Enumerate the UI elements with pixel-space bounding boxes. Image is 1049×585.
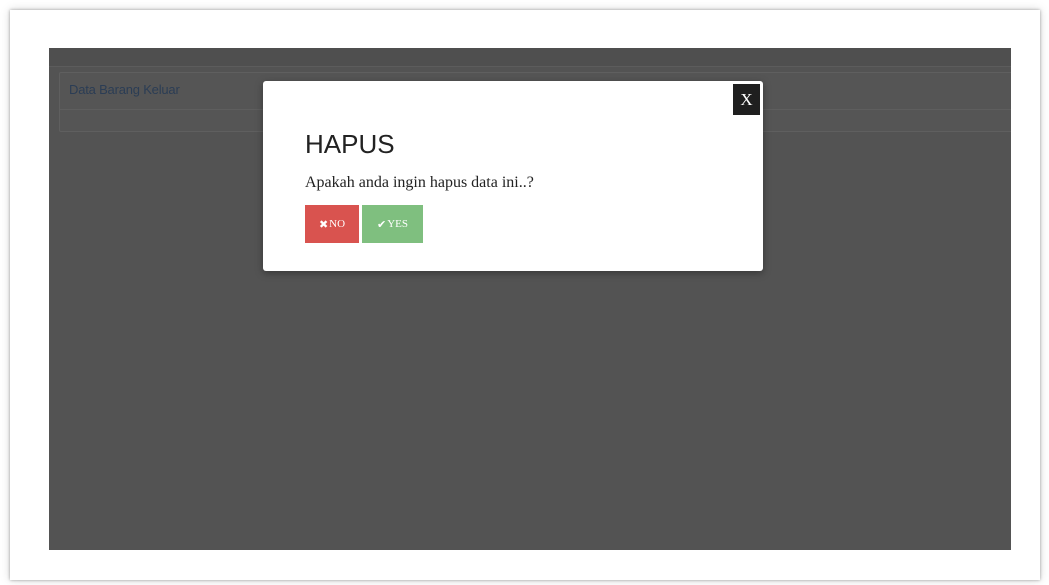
times-icon: ✖ bbox=[318, 217, 329, 231]
no-button[interactable]: ✖ NO bbox=[305, 205, 359, 243]
delete-confirm-modal: X HAPUS Apakah anda ingin hapus data ini… bbox=[263, 81, 763, 271]
yes-button[interactable]: ✔ YES bbox=[362, 205, 423, 243]
modal-close-button[interactable]: X bbox=[733, 84, 760, 115]
yes-button-label: YES bbox=[387, 218, 408, 230]
modal-message: Apakah anda ingin hapus data ini..? bbox=[305, 174, 534, 191]
panel-heading: Data Barang Keluar bbox=[69, 82, 180, 97]
no-button-label: NO bbox=[329, 218, 346, 230]
check-icon: ✔ bbox=[377, 217, 387, 231]
modal-title: HAPUS bbox=[305, 129, 395, 159]
top-navbar bbox=[49, 48, 1011, 67]
